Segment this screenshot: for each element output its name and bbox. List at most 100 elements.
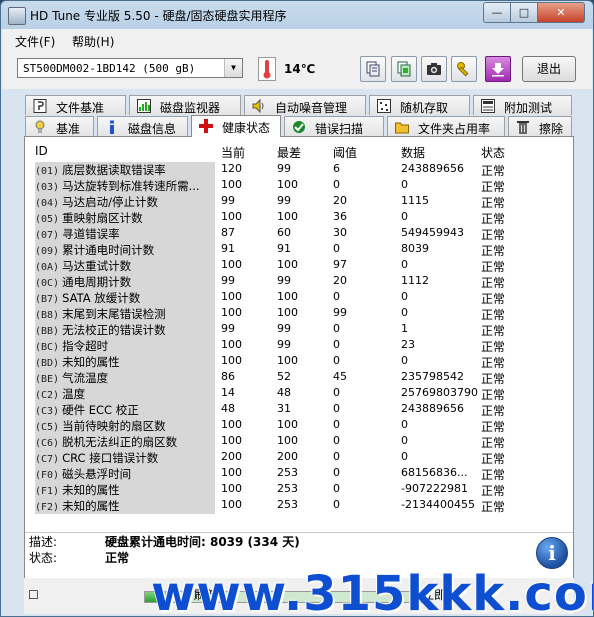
raw-data-value: 0: [401, 418, 408, 431]
copy-text-button[interactable]: [360, 56, 386, 82]
table-row[interactable]: (C2) 温度 14 48 0 25769803790 正常: [29, 385, 569, 402]
table-row[interactable]: (C7) CRC 接口错误计数 200 200 0 0 正常: [29, 449, 569, 466]
table-row[interactable]: (B8) 末尾到末尾错误检测 100 100 99 0 正常: [29, 305, 569, 322]
raw-data-value: 23: [401, 338, 415, 351]
table-row[interactable]: (C5) 当前待映射的扇区数 100 100 0 0 正常: [29, 417, 569, 434]
attribute-id: (0C): [35, 278, 60, 289]
threshold-value: 99: [333, 306, 347, 319]
maximize-button[interactable]: □: [510, 2, 538, 23]
current-value: 100: [221, 354, 242, 367]
attribute-name: 磁头悬浮时间: [62, 467, 132, 481]
column-header-id[interactable]: ID: [35, 144, 48, 158]
worst-value: 200: [277, 450, 298, 463]
title-bar[interactable]: HD Tune 专业版 5.50 - 硬盘/固态硬盘实用程序 — □ ✕: [1, 1, 593, 29]
menu-help[interactable]: 帮助(H): [72, 33, 114, 50]
copy-green-icon: [397, 61, 411, 77]
table-row[interactable]: (09) 累计通电时间计数 91 91 0 8039 正常: [29, 241, 569, 258]
current-value: 100: [221, 466, 242, 479]
tab-noise-management[interactable]: 自动噪音管理: [244, 95, 366, 115]
column-header-status[interactable]: 状态: [481, 144, 505, 161]
table-row[interactable]: (BB) 无法校正的错误计数 99 99 0 1 正常: [29, 321, 569, 338]
table-row[interactable]: (F0) 磁头悬浮时间 100 253 0 68156836... 正常: [29, 465, 569, 482]
close-button[interactable]: ✕: [537, 2, 585, 23]
threshold-value: 0: [333, 482, 340, 495]
column-header-data[interactable]: 数据: [401, 144, 425, 161]
threshold-value: 0: [333, 338, 340, 351]
attribute-cell: (BD) 未知的属性: [35, 354, 215, 370]
options-button[interactable]: [451, 56, 477, 82]
table-row[interactable]: (0C) 通电周期计数 99 99 20 1112 正常: [29, 273, 569, 290]
tab-label: 磁盘监视器: [160, 101, 221, 115]
worst-value: 253: [277, 466, 298, 479]
tab-benchmark[interactable]: 基准: [25, 116, 94, 136]
attribute-id: (05): [35, 214, 60, 225]
table-row[interactable]: (BE) 气流温度 86 52 45 235798542 正常: [29, 369, 569, 386]
table-row[interactable]: (BC) 指令超时 100 99 0 23 正常: [29, 337, 569, 354]
tab-file-benchmark[interactable]: 文件基准: [25, 95, 126, 115]
table-row[interactable]: (07) 寻道错误率 87 60 30 549459943 正常: [29, 225, 569, 242]
attribute-id: (04): [35, 198, 60, 209]
tab-disk-monitor[interactable]: 磁盘监视器: [129, 95, 241, 115]
copy-all-button[interactable]: [391, 56, 417, 82]
table-row[interactable]: (F2) 未知的属性 100 253 0 -2134400455 正常: [29, 497, 569, 514]
attribute-id: (01): [35, 166, 60, 177]
table-row[interactable]: (0A) 马达重试计数 100 100 97 0 正常: [29, 257, 569, 274]
worst-value: 31: [277, 402, 291, 415]
column-header-worst[interactable]: 最差: [277, 144, 301, 161]
table-row[interactable]: (05) 重映射扇区计数 100 100 36 0 正常: [29, 209, 569, 226]
table-row[interactable]: (C3) 硬件 ECC 校正 48 31 0 243889656 正常: [29, 401, 569, 418]
worst-value: 99: [277, 322, 291, 335]
worst-value: 91: [277, 242, 291, 255]
description-label: 描述:: [29, 535, 58, 549]
minimize-button[interactable]: —: [483, 2, 511, 23]
threshold-value: 0: [333, 354, 340, 367]
worst-value: 100: [277, 306, 298, 319]
tab-random-access[interactable]: 随机存取: [369, 95, 470, 115]
attribute-cell: (04) 马达启动/停止计数: [35, 194, 215, 210]
attribute-name: 底层数据读取错误率: [62, 163, 166, 177]
attribute-id: (C3): [35, 406, 60, 417]
attribute-id: (BD): [35, 358, 60, 369]
table-row[interactable]: (F1) 未知的属性 100 253 0 -907222981 正常: [29, 481, 569, 498]
health-cross-icon: [198, 118, 213, 133]
health-panel: ID 当前 最差 阈值 数据 状态 (01) 底层数据读取错误率 120 99 6 243…: [24, 136, 574, 583]
attribute-cell: (F1) 未知的属性: [35, 482, 215, 498]
column-header-current[interactable]: 当前: [221, 144, 245, 161]
attribute-id: (B8): [35, 310, 60, 321]
current-value: 86: [221, 370, 235, 383]
worst-value: 100: [277, 290, 298, 303]
attribute-name: 无法校正的错误计数: [62, 323, 166, 337]
tab-extra-tests[interactable]: 附加测试: [473, 95, 572, 115]
tab-disk-info[interactable]: 磁盘信息: [97, 116, 188, 136]
column-header-threshold[interactable]: 阈值: [333, 144, 357, 161]
benchmark-icon: [32, 119, 47, 134]
save-button[interactable]: [485, 56, 511, 82]
smart-table[interactable]: ID 当前 最差 阈值 数据 状态 (01) 底层数据读取错误率 120 99 6 243…: [29, 141, 569, 521]
table-row[interactable]: (03) 马达旋转到标准转速所需... 100 100 0 0 正常: [29, 177, 569, 194]
attribute-name: SATA 放缓计数: [62, 291, 141, 305]
tab-error-scan[interactable]: 错误扫描: [284, 116, 384, 136]
worst-value: 100: [277, 258, 298, 271]
drive-select[interactable]: ST500DM002-1BD142 (500 gB) ▼: [17, 58, 243, 78]
tab-label: 自动噪音管理: [275, 101, 348, 115]
info-button[interactable]: i: [536, 537, 568, 569]
table-row[interactable]: (C6) 脱机无法纠正的扇区数 100 100 0 0 正常: [29, 433, 569, 450]
tab-erase[interactable]: 擦除: [508, 116, 572, 136]
raw-data-value: 25769803790: [401, 386, 478, 399]
table-row[interactable]: (01) 底层数据读取错误率 120 99 6 243889656 正常: [29, 161, 569, 178]
raw-data-value: 1115: [401, 194, 429, 207]
attribute-cell: (C5) 当前待映射的扇区数: [35, 418, 215, 434]
table-row[interactable]: (BD) 未知的属性 100 100 0 0 正常: [29, 353, 569, 370]
chevron-down-icon[interactable]: ▼: [224, 59, 242, 77]
tab-label: 擦除: [539, 122, 564, 136]
attribute-name: 通电周期计数: [62, 275, 132, 289]
thermometer-icon: [258, 57, 276, 81]
tab-folder-usage[interactable]: 文件夹占用率: [387, 116, 505, 136]
exit-button[interactable]: 退出: [522, 56, 576, 82]
table-row[interactable]: (B7) SATA 放缓计数 100 100 0 0 正常: [29, 289, 569, 306]
screenshot-button[interactable]: [421, 56, 447, 82]
menu-file[interactable]: 文件(F): [15, 33, 55, 50]
table-row[interactable]: (04) 马达启动/停止计数 99 99 20 1115 正常: [29, 193, 569, 210]
tab-health[interactable]: 健康状态: [191, 115, 281, 137]
refresh-checkbox[interactable]: ☐: [28, 588, 39, 602]
